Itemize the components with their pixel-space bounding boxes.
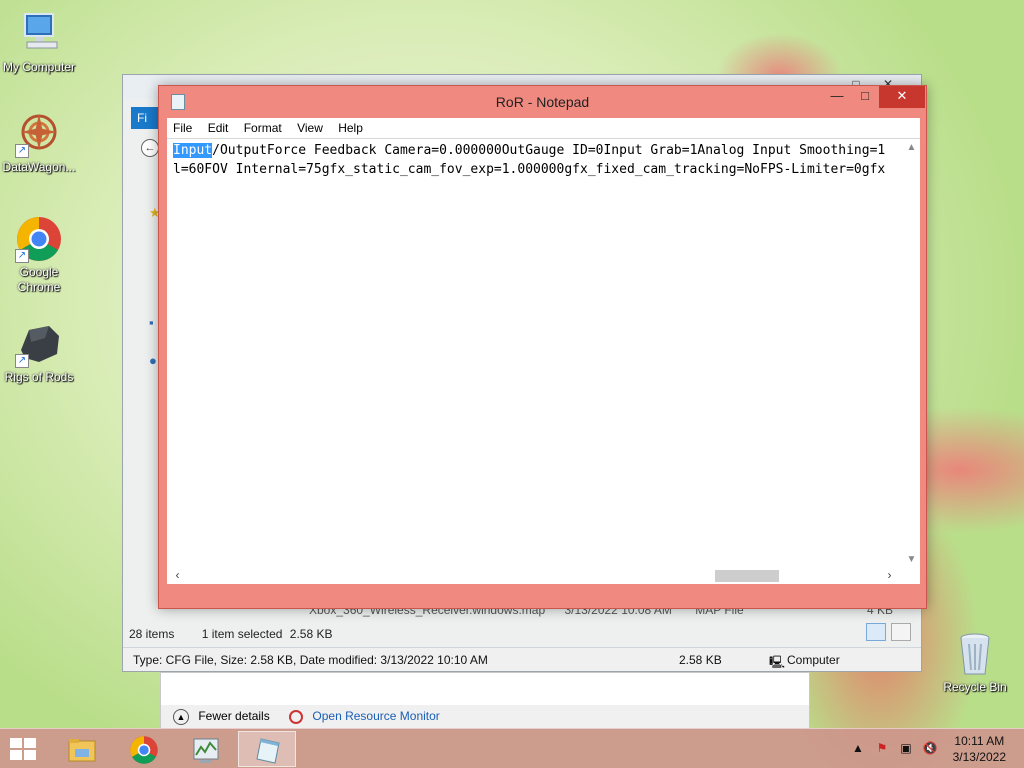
file-explorer-icon: [67, 735, 97, 765]
text-editor[interactable]: Input/OutputForce Feedback Camera=0.0000…: [167, 138, 920, 584]
shortcut-arrow-icon: ↗: [15, 144, 29, 158]
computer-icon: [15, 10, 63, 58]
recycle-bin-icon: [951, 630, 999, 678]
menu-view[interactable]: View: [291, 121, 329, 135]
view-buttons: [864, 623, 911, 644]
shortcut-arrow-icon: ↗: [15, 249, 29, 263]
resource-monitor-icon: [289, 710, 304, 724]
menu-file[interactable]: File: [167, 121, 198, 135]
close-button[interactable]: ✕: [879, 86, 925, 108]
network-nav-icon[interactable]: ●: [149, 353, 157, 368]
scroll-down-icon[interactable]: ▼: [903, 551, 920, 568]
open-resource-monitor-link[interactable]: Open Resource Monitor: [312, 709, 439, 723]
scroll-up-icon[interactable]: ▲: [903, 139, 920, 156]
minimize-button[interactable]: —: [823, 86, 851, 108]
start-button[interactable]: [8, 737, 38, 761]
desktop-icon-label: Google Chrome: [17, 265, 61, 294]
horizontal-scrollbar[interactable]: ‹ ›: [167, 567, 903, 584]
editor-content[interactable]: Input/OutputForce Feedback Camera=0.0000…: [173, 141, 899, 179]
desktop-icon-label: DataWagon...: [2, 160, 76, 174]
task-manager-icon: [191, 735, 221, 765]
large-icons-view-icon[interactable]: [891, 623, 911, 641]
vertical-scrollbar[interactable]: ▲ ▼: [903, 139, 920, 568]
back-arrow-icon[interactable]: ←: [141, 139, 159, 157]
taskbar: ▲ ⚑ ▣ 🔇 10:11 AM 3/13/2022: [0, 728, 1024, 768]
desktop-icon-label: Rigs of Rods: [4, 370, 74, 384]
details-size: 2.58 KB: [679, 653, 722, 667]
text-line-2: l=60FOV Internal=75gfx_static_cam_fov_ex…: [173, 162, 886, 177]
desktop-icon-label: Recycle Bin: [943, 680, 1007, 694]
volume-muted-icon[interactable]: 🔇: [922, 741, 938, 757]
details-pane: Type: CFG File, Size: 2.58 KB, Date modi…: [123, 647, 921, 671]
desktop-icon-label: My Computer: [2, 60, 76, 74]
selection-count: 1 item selected: [201, 627, 283, 641]
desktop-icon-google-chrome[interactable]: ↗ Google Chrome: [0, 215, 78, 295]
clock-date: 3/13/2022: [952, 750, 1006, 764]
taskbar-google-chrome[interactable]: [114, 731, 172, 767]
desktop-icon-datawagon[interactable]: ↗ DataWagon...: [0, 110, 78, 175]
scroll-right-icon[interactable]: ›: [881, 567, 898, 584]
maximize-button[interactable]: □: [851, 86, 879, 108]
menu-edit[interactable]: Edit: [202, 121, 235, 135]
desktop-icon-rigs-of-rods[interactable]: ↗ Rigs of Rods: [0, 320, 78, 385]
details-view-icon[interactable]: [865, 623, 886, 641]
notepad-icon: [253, 735, 283, 765]
datawagon-icon: ↗: [15, 110, 63, 158]
window-title: RoR - Notepad: [495, 94, 590, 110]
scroll-thumb[interactable]: [715, 570, 779, 582]
shortcut-arrow-icon: ↗: [15, 354, 29, 368]
notepad-titlebar[interactable]: RoR - Notepad — □ ✕: [159, 86, 926, 118]
item-count: 28 items: [129, 627, 175, 641]
computer-nav-icon[interactable]: ▪: [149, 315, 154, 330]
scroll-left-icon[interactable]: ‹: [169, 567, 186, 584]
chrome-icon: ↗: [15, 215, 63, 263]
rigs-of-rods-icon: ↗: [15, 320, 63, 368]
clock[interactable]: 10:11 AM 3/13/2022: [953, 733, 1006, 765]
explorer-status-bar: 28 items 1 item selected 2.58 KB: [123, 623, 921, 645]
menu-format[interactable]: Format: [238, 121, 288, 135]
system-tray: ▲ ⚑ ▣ 🔇: [846, 729, 946, 768]
notepad-window: RoR - Notepad — □ ✕ File Edit Format Vie…: [158, 85, 927, 609]
task-manager-window: ▲ Fewer details Open Resource Monitor: [160, 672, 810, 730]
computer-small-icon: 🖳: [769, 655, 786, 669]
fewer-details-link[interactable]: Fewer details: [198, 709, 269, 723]
desktop-icon-my-computer[interactable]: My Computer: [0, 10, 78, 75]
taskbar-task-manager[interactable]: [176, 731, 234, 767]
details-location: Computer: [787, 653, 840, 667]
text-line-1: /OutputForce Feedback Camera=0.000000Out…: [212, 143, 886, 158]
chrome-icon: [129, 735, 159, 765]
chevron-up-icon[interactable]: ▲: [173, 709, 189, 725]
clock-time: 10:11 AM: [954, 734, 1005, 748]
selection-size: 2.58 KB: [289, 627, 333, 641]
desktop-icon-recycle-bin[interactable]: Recycle Bin: [936, 630, 1014, 695]
task-manager-footer: ▲ Fewer details Open Resource Monitor: [161, 705, 809, 729]
action-center-flag-icon[interactable]: ⚑: [874, 741, 890, 757]
network-icon[interactable]: ▣: [898, 741, 914, 757]
menu-help[interactable]: Help: [332, 121, 369, 135]
selected-text: Input: [173, 143, 213, 158]
taskbar-notepad[interactable]: [238, 731, 296, 767]
taskbar-file-explorer[interactable]: [52, 731, 110, 767]
menu-bar: File Edit Format View Help: [167, 118, 920, 138]
details-info: Type: CFG File, Size: 2.58 KB, Date modi…: [133, 653, 488, 667]
show-hidden-icons-chevron-icon[interactable]: ▲: [850, 741, 866, 757]
